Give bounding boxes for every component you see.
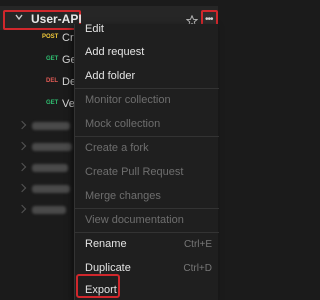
menu-divider [75,88,219,89]
menu-item-merge-changes: Merge changes [85,190,161,202]
blurred-text [32,185,70,193]
request-method: POST [42,34,59,40]
blurred-text [32,164,68,172]
request-row[interactable]: DEL De [0,74,80,94]
collection-context-menu: Edit Add request Add folder Monitor coll… [74,23,219,300]
rename-shortcut: Ctrl+E [183,239,212,250]
chevron-right-icon[interactable] [17,120,27,130]
blurred-collection-row[interactable] [0,137,80,157]
request-row[interactable]: POST Cr [0,30,80,50]
duplicate-shortcut: Ctrl+D [183,263,212,274]
chevron-right-icon[interactable] [17,183,27,193]
blurred-collection-row[interactable] [0,179,80,199]
menu-item-create-pull-request: Create Pull Request [85,166,184,178]
blurred-text [32,143,72,151]
chevron-right-icon[interactable] [17,204,27,214]
blurred-collection-row[interactable] [0,116,80,136]
menu-item-add-request[interactable]: Add request [85,46,144,64]
request-name: Ve [62,98,75,110]
menu-item-view-documentation: View documentation [85,214,184,226]
menu-item-mock-collection: Mock collection [85,118,161,130]
menu-item-add-folder[interactable]: Add folder [85,70,135,88]
blurred-text [32,206,66,214]
chevron-right-icon[interactable] [17,162,27,172]
menu-divider [75,136,219,137]
menu-item-create-fork: Create a fork [85,142,149,154]
request-method: GET [46,100,59,106]
export-highlight [76,274,120,298]
menu-item-edit[interactable]: Edit [85,23,104,41]
request-method: GET [46,56,59,62]
request-row[interactable]: GET Ve [0,96,80,116]
request-method: DEL [46,78,58,84]
blurred-collection-row[interactable] [0,200,80,220]
menu-divider [75,208,219,209]
blurred-text [30,0,200,5]
menu-item-rename[interactable]: Rename [85,238,127,256]
blurred-text [32,122,70,130]
menu-divider [75,232,219,233]
request-row[interactable]: GET Ge [0,52,80,72]
menu-item-monitor-collection: Monitor collection [85,94,171,106]
more-options-icon[interactable]: ••• [205,15,213,25]
request-name: Cr [62,32,74,44]
blurred-collection-row[interactable] [0,158,80,178]
chevron-right-icon[interactable] [17,141,27,151]
